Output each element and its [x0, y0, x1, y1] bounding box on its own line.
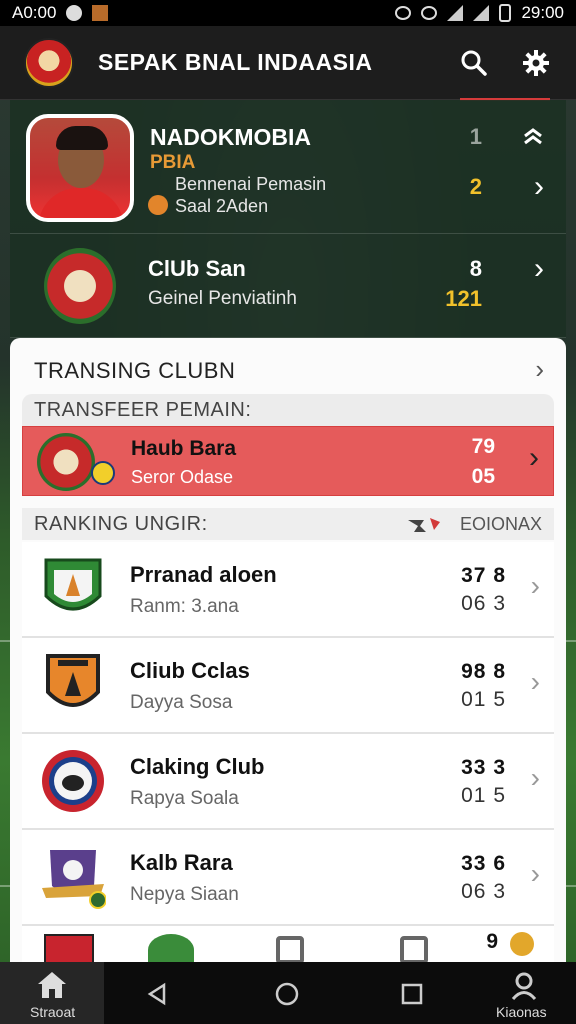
- player-stat-bottom: 2: [469, 174, 482, 199]
- signal-icon: [473, 5, 490, 21]
- ranking-row-partial[interactable]: 9: [22, 926, 554, 962]
- home-icon: [38, 972, 66, 998]
- transfer-club-name: Haub Bara: [131, 437, 237, 460]
- transfer-stat-top: 79: [471, 435, 495, 458]
- club-stat-bottom: 121: [445, 286, 482, 311]
- player-position: PBIA: [150, 152, 196, 173]
- player-detail-2: Saal 2Aden: [175, 196, 269, 216]
- search-button[interactable]: [458, 47, 490, 79]
- club-crest: [44, 248, 116, 324]
- sync-icon: [395, 6, 412, 20]
- wifi-icon: [447, 5, 464, 21]
- chevron-right-icon: ›: [530, 762, 540, 793]
- player-name: NADOKMOBIA: [150, 124, 311, 150]
- club-badge-icon: [44, 558, 102, 611]
- rank-stat-bottom: 06 3: [461, 592, 506, 615]
- status-time-right: 29:00: [521, 3, 564, 22]
- club-name: ClUb San: [148, 256, 246, 281]
- trophy-icon: [408, 518, 440, 532]
- rank-stat-bottom: 06 3: [461, 880, 506, 903]
- status-bar: A0:00 29:00: [0, 0, 576, 26]
- ranking-row[interactable]: Cliub Cclas Dayya Sosa 98 8 01 5 ›: [22, 638, 554, 734]
- featured-player-row[interactable]: NADOKMOBIA PBIA Bennenai Pemasin Saal 2A…: [10, 100, 566, 234]
- status-time-left: A0:00: [12, 3, 57, 22]
- chevron-right-icon: ›: [535, 354, 544, 384]
- bottom-navigation: Straoat Kiaonas: [0, 962, 576, 1024]
- nav-profile-tab[interactable]: Kiaonas: [480, 962, 576, 1024]
- chevron-right-icon: ›: [534, 170, 544, 203]
- league-badge-icon: [91, 461, 115, 485]
- club-name: Cliub Cclas: [130, 658, 250, 683]
- featured-card: NADOKMOBIA PBIA Bennenai Pemasin Saal 2A…: [10, 100, 566, 338]
- chevron-right-icon: ›: [530, 570, 540, 601]
- panel-title: TRANSING CLUBN: [34, 358, 236, 383]
- club-badge-icon: [44, 934, 94, 962]
- person-icon: [511, 972, 537, 1000]
- app-notification-icon: [92, 5, 109, 21]
- rank-up-icon: [524, 128, 542, 145]
- search-icon: [461, 50, 487, 76]
- rank-stat-top: 37 8: [461, 564, 506, 587]
- alarm-icon: [421, 6, 438, 20]
- club-crest: [37, 433, 95, 491]
- ranking-row[interactable]: Claking Club Rapya Soala 33 3 01 5 ›: [22, 734, 554, 830]
- back-icon[interactable]: [146, 982, 170, 1006]
- circle-home-icon[interactable]: [275, 982, 299, 1006]
- club-name: Claking Club: [130, 754, 265, 779]
- battery-icon: [499, 4, 512, 22]
- club-badge-icon: [148, 934, 194, 962]
- transfer-club-sub: Seror Odase: [131, 467, 234, 487]
- nav-profile-label: Kiaonas: [496, 1004, 547, 1020]
- player-detail: Bennenai Pemasin: [175, 174, 327, 194]
- recents-icon[interactable]: [400, 982, 424, 1006]
- chevron-right-icon: ›: [530, 666, 540, 697]
- club-subtitle: Nepya Siaan: [130, 884, 239, 905]
- club-subtitle: Geinel Penviatinh: [148, 288, 297, 309]
- player-avatar: [26, 114, 134, 222]
- rank-stat-top: 33 6: [461, 852, 506, 875]
- panel-header[interactable]: TRANSING CLUBN ›: [10, 338, 566, 396]
- chevron-right-icon: ›: [529, 441, 539, 474]
- app-title: SEPAK BNAL INDAASIA: [98, 49, 373, 75]
- rank-stat-top: 33 3: [461, 756, 506, 779]
- nav-home-tab[interactable]: Straoat: [0, 962, 104, 1024]
- chevron-right-icon: ›: [534, 252, 544, 285]
- ranking-filter[interactable]: EOIONAX: [460, 514, 542, 535]
- club-name: Kalb Rara: [130, 850, 233, 875]
- ranking-section-label: RANKING UNGIR: EOIONAX: [22, 508, 554, 540]
- notification-icon: [66, 5, 83, 21]
- club-badge-icon: [42, 750, 104, 812]
- settings-button[interactable]: [520, 47, 552, 79]
- club-subtitle: Dayya Sosa: [130, 692, 233, 713]
- club-subtitle: Ranm: 3.ana: [130, 596, 239, 617]
- rank-stat-top: 98 8: [461, 660, 506, 683]
- rank-stat-bottom: 01 5: [461, 784, 506, 807]
- player-stat-top: 1: [469, 124, 482, 149]
- rank-stat-bottom: 01 5: [461, 688, 506, 711]
- transfer-stat-bottom: 05: [471, 465, 495, 488]
- trophy-icon: [510, 932, 534, 956]
- club-name: Prranad aloen: [130, 562, 277, 587]
- shield-icon: [276, 936, 304, 962]
- shield-icon: [400, 936, 428, 962]
- featured-club-row[interactable]: ClUb San Geinel Penviatinh 8 121 ›: [10, 234, 566, 338]
- app-logo: [24, 37, 74, 88]
- rank-stat-top: 9: [486, 930, 498, 953]
- club-stat-top: 8: [469, 256, 482, 281]
- transfer-item[interactable]: Haub Bara Seror Odase 79 05 ›: [22, 426, 554, 496]
- ranking-row[interactable]: Kalb Rara Nepya Siaan 33 6 06 3 ›: [22, 830, 554, 926]
- transfer-section-label: TRANSFEER PEMAIN:: [22, 394, 554, 426]
- app-bar: SEPAK BNAL INDAASIA: [0, 26, 576, 101]
- club-badge-icon: [42, 850, 106, 909]
- nav-home-label: Straoat: [30, 1004, 76, 1020]
- ranking-label: RANKING UNGIR:: [34, 513, 208, 535]
- club-subtitle: Rapya Soala: [130, 788, 239, 809]
- coin-icon: [148, 195, 168, 215]
- trending-panel: TRANSING CLUBN › TRANSFEER PEMAIN: Haub …: [10, 338, 566, 962]
- transfer-label: TRANSFEER PEMAIN:: [34, 399, 252, 421]
- chevron-right-icon: ›: [530, 858, 540, 889]
- gear-icon: [523, 49, 549, 76]
- club-badge-icon: [46, 654, 100, 707]
- ranking-row[interactable]: Prranad aloen Ranm: 3.ana 37 8 06 3 ›: [22, 542, 554, 638]
